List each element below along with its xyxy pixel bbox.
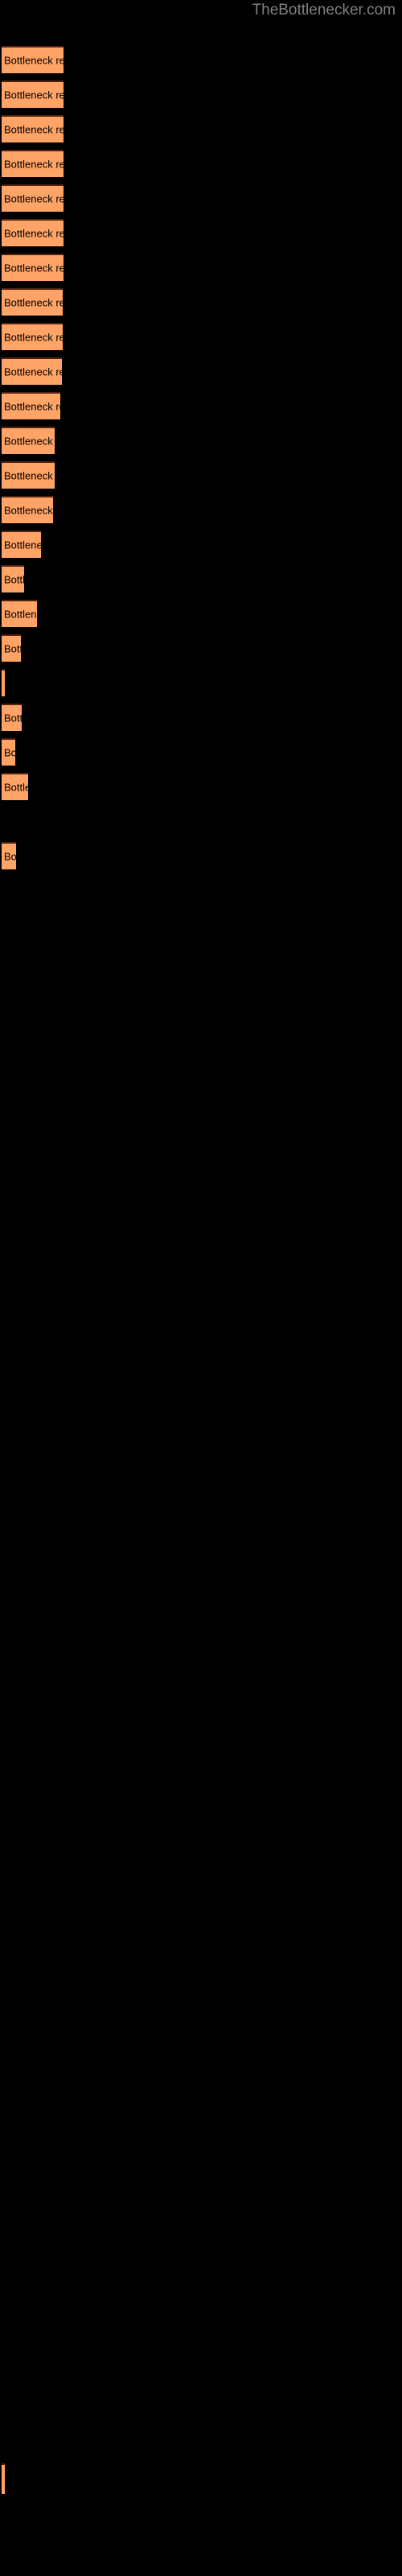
bottleneck-bar-chart: Bottleneck result Bottleneck result Bottle… bbox=[0, 0, 402, 2576]
bottleneck-result-bar[interactable]: Bottleneck result bbox=[2, 323, 63, 350]
bar-label: Bottleneck result bbox=[4, 678, 5, 690]
bottleneck-result-bar[interactable]: Bottleneck result bbox=[2, 115, 64, 142]
bar-label: Bottleneck result bbox=[4, 539, 41, 551]
bottleneck-result-bar[interactable]: Bottleneck result bbox=[2, 461, 55, 489]
bar-label: Bottleneck result bbox=[4, 504, 53, 517]
bottleneck-result-bar[interactable]: Bottleneck result bbox=[2, 288, 63, 316]
page-root: TheBottlenecker.com Bottleneck resultBot… bbox=[0, 0, 402, 2576]
bar-label: Bottleneck result bbox=[4, 296, 63, 309]
bottleneck-result-bar[interactable] bbox=[2, 2463, 5, 2494]
bottleneck-result-bar[interactable]: Bottleneck result bbox=[2, 46, 64, 73]
bar-label: Bottleneck result bbox=[4, 158, 64, 171]
bar-label: Bottleneck result bbox=[4, 123, 64, 136]
bar-label: Bottleneck result bbox=[4, 227, 64, 240]
bar-label: Bottleneck result bbox=[4, 331, 63, 344]
bar-label: Bottleneck result bbox=[4, 435, 55, 448]
bar-label: Bottleneck result bbox=[4, 781, 28, 794]
bar-label: Bottleneck result bbox=[4, 469, 55, 482]
bar-label: Bottleneck result bbox=[4, 573, 24, 586]
bar-label: Bottleneck result bbox=[4, 746, 15, 759]
bottleneck-result-bar[interactable]: Bottleneck result bbox=[2, 150, 64, 177]
bottleneck-result-bar[interactable]: Bottleneck result bbox=[2, 634, 21, 662]
bottleneck-result-bar[interactable]: Bottleneck result bbox=[2, 773, 28, 800]
bottleneck-result-bar[interactable]: Bottleneck result bbox=[2, 427, 55, 454]
bottleneck-result-bar[interactable]: Bottleneck result bbox=[2, 669, 5, 696]
bottleneck-result-bar[interactable]: Bottleneck result bbox=[2, 80, 64, 108]
bottleneck-result-bar[interactable]: Bottleneck result bbox=[2, 600, 37, 627]
bottleneck-result-bar[interactable]: Bottleneck result bbox=[2, 392, 60, 419]
bar-label: Bottleneck result bbox=[4, 850, 16, 863]
bottleneck-result-bar[interactable]: Bottleneck result bbox=[2, 184, 64, 212]
bottleneck-result-bar[interactable]: Bottleneck result bbox=[2, 738, 15, 766]
bar-label: Bottleneck result bbox=[4, 642, 21, 655]
bar-label: Bottleneck result bbox=[4, 365, 62, 378]
bar-label: Bottleneck result bbox=[4, 608, 37, 621]
bar-label: Bottleneck result bbox=[4, 54, 64, 67]
bottleneck-result-bar[interactable]: Bottleneck result bbox=[2, 842, 16, 869]
bar-label: Bottleneck result bbox=[4, 192, 64, 205]
bar-label: Bottleneck result bbox=[4, 89, 64, 101]
bottleneck-result-bar[interactable]: Bottleneck result bbox=[2, 496, 53, 523]
bottleneck-result-bar[interactable]: Bottleneck result bbox=[2, 357, 62, 385]
bottleneck-result-bar[interactable]: Bottleneck result bbox=[2, 219, 64, 246]
bar-label: Bottleneck result bbox=[4, 262, 64, 275]
bottleneck-result-bar[interactable]: Bottleneck result bbox=[2, 530, 41, 558]
bottleneck-result-bar[interactable]: Bottleneck result bbox=[2, 254, 64, 281]
bar-label: Bottleneck result bbox=[4, 712, 22, 724]
bottleneck-result-bar[interactable]: Bottleneck result bbox=[2, 704, 22, 731]
bottleneck-result-bar[interactable]: Bottleneck result bbox=[2, 565, 24, 592]
bar-label: Bottleneck result bbox=[4, 400, 60, 413]
